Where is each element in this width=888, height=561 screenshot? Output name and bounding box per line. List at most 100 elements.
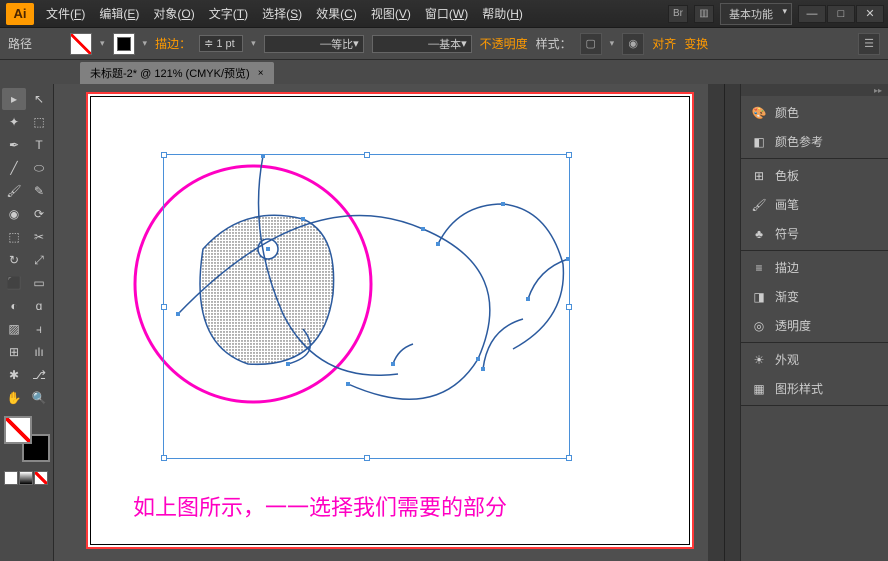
handle-nw[interactable] xyxy=(161,152,167,158)
context-label: 路径 xyxy=(8,35,32,52)
menu-select[interactable]: 选择(S) xyxy=(256,1,308,26)
pencil-tool[interactable]: ✎ xyxy=(27,180,51,202)
profile-select[interactable]: — 等比 ▾ xyxy=(264,35,364,53)
none-mode[interactable] xyxy=(34,471,48,485)
handle-n[interactable] xyxy=(364,152,370,158)
blend-tool[interactable]: ⫞ xyxy=(27,318,51,340)
panel-graphic-styles[interactable]: ▦图形样式 xyxy=(741,374,888,403)
rotate-tool[interactable]: ⬚ xyxy=(2,226,26,248)
selection-tool[interactable]: ▸ xyxy=(2,88,26,110)
slice-tool[interactable]: ⎇ xyxy=(27,364,51,386)
type-tool[interactable]: T xyxy=(27,134,51,156)
zoom-tool[interactable]: 🔍 xyxy=(27,387,51,409)
symbol-tool[interactable]: ⊞ xyxy=(2,341,26,363)
width-tool[interactable]: ↻ xyxy=(2,249,26,271)
lasso-tool[interactable]: ⬚ xyxy=(27,111,51,133)
app-logo: Ai xyxy=(6,3,34,25)
align-label[interactable]: 对齐 xyxy=(652,35,676,52)
tab-close-icon[interactable]: × xyxy=(258,68,264,79)
menu-type[interactable]: 文字(T) xyxy=(203,1,254,26)
eyedropper-tool[interactable]: ▨ xyxy=(2,318,26,340)
scale-tool[interactable]: ✂ xyxy=(27,226,51,248)
menu-file[interactable]: 文件(F) xyxy=(40,1,91,26)
toolbox: ▸↖ ✦⬚ ✒T ╱⬭ 🖌✎ ◉⟳ ⬚✂ ↻⤢ ⬛▭ ◐ɑ ▨⫞ ⊞ılı ✱⎇… xyxy=(0,84,54,561)
panel-appearance[interactable]: ☀外观 xyxy=(741,345,888,374)
perspective-tool[interactable]: ▭ xyxy=(27,272,51,294)
color-mode[interactable] xyxy=(4,471,18,485)
free-transform-tool[interactable]: ⤢ xyxy=(27,249,51,271)
stroke-weight-input[interactable]: ≑ 1 pt xyxy=(199,35,243,52)
brush-select[interactable]: — 基本 ▾ xyxy=(372,35,472,53)
panel-stroke[interactable]: ≡描边 xyxy=(741,253,888,282)
menu-object[interactable]: 对象(O) xyxy=(147,1,200,26)
vertical-scrollbar[interactable] xyxy=(708,84,724,561)
stroke-chevron-icon[interactable]: ▾ xyxy=(143,38,148,49)
title-bar: Ai 文件(F) 编辑(E) 对象(O) 文字(T) 选择(S) 效果(C) 视… xyxy=(0,0,888,28)
opacity-label[interactable]: 不透明度 xyxy=(480,35,528,52)
panel-brushes[interactable]: 🖌画笔 xyxy=(741,190,888,219)
menu-edit[interactable]: 编辑(E) xyxy=(93,1,145,26)
arrange-icon[interactable]: ▥ xyxy=(694,5,714,23)
canvas-area[interactable]: 如上图所示，一一选择我们需要的部分 xyxy=(54,84,724,561)
style-swatch[interactable]: ▢ xyxy=(580,33,602,55)
line-tool[interactable]: ╱ xyxy=(2,157,26,179)
fill-swatch[interactable] xyxy=(70,33,92,55)
style-chevron-icon[interactable]: ▾ xyxy=(610,38,615,49)
panel-gradient[interactable]: ◨渐变 xyxy=(741,282,888,311)
handle-w[interactable] xyxy=(161,304,167,310)
panel-symbols[interactable]: ♣符号 xyxy=(741,219,888,248)
menu-window[interactable]: 窗口(W) xyxy=(419,1,474,26)
artboard-tool[interactable]: ✱ xyxy=(2,364,26,386)
stroke-swatch[interactable] xyxy=(113,33,135,55)
artboard[interactable]: 如上图所示，一一选择我们需要的部分 xyxy=(86,92,694,549)
mesh-tool[interactable]: ◐ xyxy=(2,295,26,317)
close-button[interactable]: ✕ xyxy=(856,5,884,23)
color-guide-icon: ◧ xyxy=(751,134,767,150)
panel-swatches[interactable]: ⊞色板 xyxy=(741,161,888,190)
magic-wand-tool[interactable]: ✦ xyxy=(2,111,26,133)
panel-dock-strip[interactable] xyxy=(724,84,740,561)
handle-se[interactable] xyxy=(566,455,572,461)
menu-effect[interactable]: 效果(C) xyxy=(310,1,363,26)
panel-menu-button[interactable]: ☰ xyxy=(858,33,880,55)
handle-sw[interactable] xyxy=(161,455,167,461)
gradient-mode[interactable] xyxy=(19,471,33,485)
transform-label[interactable]: 变换 xyxy=(684,35,708,52)
eraser-tool[interactable]: ⟳ xyxy=(27,203,51,225)
stroke-label[interactable]: 描边： xyxy=(155,35,191,52)
menu-view[interactable]: 视图(V) xyxy=(365,1,417,26)
style-label: 样式： xyxy=(536,35,572,52)
panel-transparency[interactable]: ◎透明度 xyxy=(741,311,888,340)
main-menu: 文件(F) 编辑(E) 对象(O) 文字(T) 选择(S) 效果(C) 视图(V… xyxy=(40,1,529,26)
minimize-button[interactable]: — xyxy=(798,5,826,23)
document-tab[interactable]: 未标题-2* @ 121% (CMYK/预览) × xyxy=(80,62,274,84)
graph-tool[interactable]: ılı xyxy=(27,341,51,363)
bridge-icon[interactable]: Br xyxy=(668,5,688,23)
panel-color-guide[interactable]: ◧颜色参考 xyxy=(741,127,888,156)
panel-collapse-button[interactable]: ▸▸ xyxy=(741,84,888,96)
maximize-button[interactable]: □ xyxy=(827,5,855,23)
selection-bounds[interactable] xyxy=(163,154,570,459)
fill-stroke-indicator[interactable] xyxy=(4,416,50,462)
graphic-styles-icon: ▦ xyxy=(751,381,767,397)
recolor-button[interactable]: ◉ xyxy=(622,33,644,55)
blob-brush-tool[interactable]: ◉ xyxy=(2,203,26,225)
handle-e[interactable] xyxy=(566,304,572,310)
weight-chevron-icon[interactable]: ▾ xyxy=(251,38,256,49)
workspace-switcher[interactable]: 基本功能 xyxy=(720,3,792,25)
panel-color[interactable]: 🎨颜色 xyxy=(741,98,888,127)
pen-tool[interactable]: ✒ xyxy=(2,134,26,156)
fill-chevron-icon[interactable]: ▾ xyxy=(100,38,105,49)
tab-title: 未标题-2* @ 121% (CMYK/预览) xyxy=(90,65,250,81)
gradient-tool[interactable]: ɑ xyxy=(27,295,51,317)
direct-selection-tool[interactable]: ↖ xyxy=(27,88,51,110)
menu-help[interactable]: 帮助(H) xyxy=(476,1,529,26)
hand-tool[interactable]: ✋ xyxy=(2,387,26,409)
shape-builder-tool[interactable]: ⬛ xyxy=(2,272,26,294)
brush-tool[interactable]: 🖌 xyxy=(2,180,26,202)
handle-ne[interactable] xyxy=(566,152,572,158)
shape-tool[interactable]: ⬭ xyxy=(27,157,51,179)
palette-icon: 🎨 xyxy=(751,105,767,121)
fill-color-icon[interactable] xyxy=(4,416,32,444)
handle-s[interactable] xyxy=(364,455,370,461)
